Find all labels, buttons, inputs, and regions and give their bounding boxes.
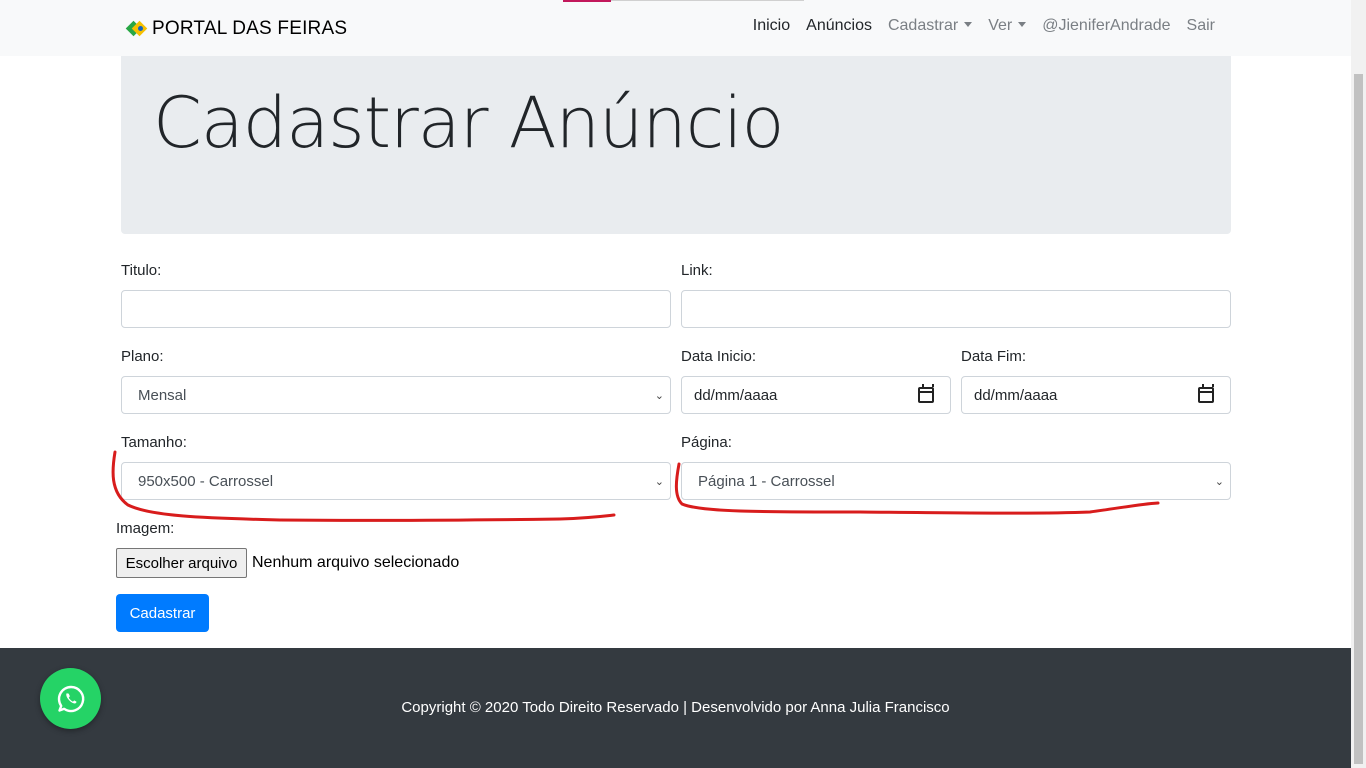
tab-divider-line (611, 0, 804, 1)
nav-inicio[interactable]: Inicio (745, 17, 798, 35)
caret-down-icon (964, 22, 973, 27)
calendar-icon[interactable] (918, 384, 934, 403)
file-status-text: Nenhum arquivo selecionado (252, 554, 460, 571)
caret-down-icon (1018, 22, 1027, 27)
titulo-label: Titulo: (121, 262, 162, 279)
plano-select[interactable]: Mensal ⌄ (121, 376, 671, 414)
tab-accent-line (563, 0, 611, 2)
link-input[interactable] (681, 290, 1231, 328)
data-inicio-label: Data Inicio: (681, 348, 757, 365)
scrollbar-thumb[interactable] (1354, 74, 1363, 764)
page-header: Cadastrar Anúncio (121, 56, 1231, 234)
whatsapp-icon (57, 685, 84, 712)
link-label: Link: (681, 262, 713, 279)
pagina-selected-value: Página 1 - Carrossel (698, 472, 835, 490)
nav-links: Inicio Anúncios Cadastrar Ver @JieniferA… (745, 17, 1223, 35)
choose-file-button[interactable]: Escolher arquivo (116, 548, 247, 578)
data-inicio-placeholder: dd/mm/aaaa (694, 386, 778, 404)
titulo-input[interactable] (121, 290, 671, 328)
page-scrollbar[interactable] (1351, 0, 1366, 768)
tamanho-select[interactable]: 950x500 - Carrossel ⌄ (121, 462, 671, 500)
data-fim-placeholder: dd/mm/aaaa (974, 386, 1058, 404)
tamanho-selected-value: 950x500 - Carrossel (138, 472, 274, 490)
data-fim-label: Data Fim: (961, 348, 1027, 365)
chevron-down-icon: ⌄ (1214, 476, 1224, 488)
whatsapp-button[interactable] (40, 668, 101, 729)
nav-ver-dropdown[interactable]: Ver (980, 17, 1034, 35)
brand-link[interactable]: PORTAL DAS FEIRAS (125, 16, 348, 42)
nav-anuncios[interactable]: Anúncios (798, 17, 880, 35)
nav-sair[interactable]: Sair (1179, 17, 1223, 35)
footer: Copyright © 2020 Todo Direito Reservado … (0, 648, 1351, 768)
data-inicio-input[interactable]: dd/mm/aaaa (681, 376, 951, 414)
plano-label: Plano: (121, 348, 164, 365)
plano-selected-value: Mensal (138, 386, 187, 404)
chevron-down-icon: ⌄ (654, 390, 664, 402)
tamanho-label: Tamanho: (121, 434, 187, 451)
imagem-label: Imagem: (116, 520, 175, 537)
chevron-down-icon: ⌄ (654, 476, 664, 488)
data-fim-input[interactable]: dd/mm/aaaa (961, 376, 1231, 414)
nav-user-profile[interactable]: @JieniferAndrade (1034, 17, 1178, 35)
pagina-select[interactable]: Página 1 - Carrossel ⌄ (681, 462, 1231, 500)
cadastrar-submit-button[interactable]: Cadastrar (116, 594, 209, 632)
brazil-logo-icon (125, 18, 148, 40)
pagina-label: Página: (681, 434, 732, 451)
navbar: PORTAL DAS FEIRAS Inicio Anúncios Cadast… (0, 0, 1351, 56)
nav-ver-label: Ver (988, 17, 1013, 34)
nav-cadastrar-dropdown[interactable]: Cadastrar (880, 17, 980, 35)
nav-cadastrar-label: Cadastrar (887, 17, 959, 34)
calendar-icon[interactable] (1198, 384, 1214, 403)
footer-copyright: Copyright © 2020 Todo Direito Reservado … (401, 699, 950, 716)
page-title: Cadastrar Anúncio (153, 82, 784, 164)
brand-name: PORTAL DAS FEIRAS (152, 18, 348, 39)
